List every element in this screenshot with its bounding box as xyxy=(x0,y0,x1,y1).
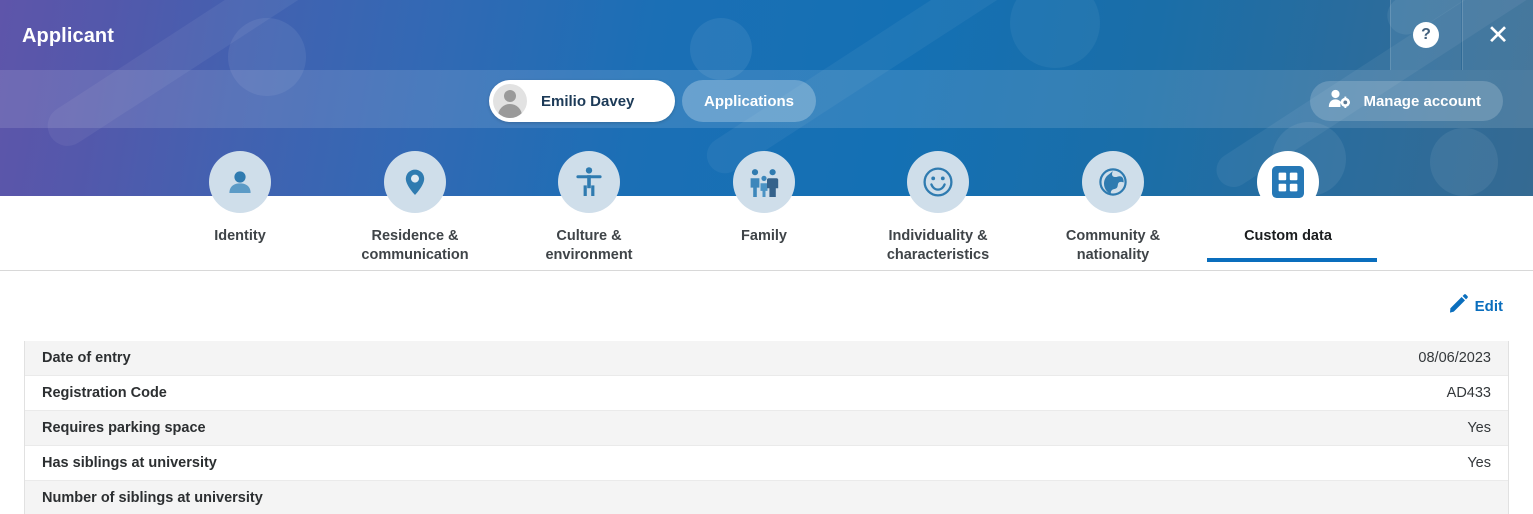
tab-label: Family xyxy=(741,228,787,244)
field-value: Yes xyxy=(1467,455,1491,471)
tab-label: Custom data xyxy=(1244,228,1332,244)
user-settings-icon xyxy=(1328,89,1352,113)
custom-data-table: Date of entry 08/06/2023 Registration Code… xyxy=(24,341,1509,514)
user-name: Emilio Davey xyxy=(541,92,635,110)
help-button[interactable]: ? xyxy=(1390,0,1461,70)
field-value: AD433 xyxy=(1446,385,1491,401)
page-title: Applicant xyxy=(22,25,115,47)
tab-identity[interactable]: Identity xyxy=(156,151,324,246)
tab-community-nationality[interactable]: Community & nationality xyxy=(1029,151,1197,265)
tab-label: Culture & environment xyxy=(545,228,633,263)
field-value: Yes xyxy=(1467,420,1491,436)
content-area: Edit Date of entry 08/06/2023 Registration… xyxy=(0,272,1533,514)
edit-button[interactable]: Edit xyxy=(1449,294,1503,318)
location-pin-icon xyxy=(384,151,446,213)
applications-label: Applications xyxy=(704,92,795,110)
table-row: Date of entry 08/06/2023 xyxy=(25,341,1508,376)
person-icon xyxy=(209,151,271,213)
help-circle-icon: ? xyxy=(1413,22,1439,48)
tab-label: Individuality & characteristics xyxy=(886,228,990,263)
field-label: Has siblings at university xyxy=(42,455,217,471)
tab-family[interactable]: Family xyxy=(680,151,848,246)
tab-underline xyxy=(1207,258,1377,262)
tab-label: Identity xyxy=(214,228,266,244)
applications-button[interactable]: Applications xyxy=(682,80,817,122)
field-label: Date of entry xyxy=(42,350,131,366)
close-icon: ✕ xyxy=(1486,19,1510,50)
accessibility-icon xyxy=(558,151,620,213)
user-pill[interactable]: Emilio Davey xyxy=(489,80,675,122)
tab-label: Residence & communication xyxy=(361,228,469,263)
edit-label: Edit xyxy=(1474,297,1503,315)
close-button[interactable]: ✕ xyxy=(1462,0,1533,70)
field-value: 08/06/2023 xyxy=(1418,350,1491,366)
tab-individuality-characteristics[interactable]: Individuality & characteristics xyxy=(854,151,1022,265)
avatar xyxy=(493,84,527,118)
table-row: Number of siblings at university xyxy=(25,481,1508,514)
table-row: Has siblings at university Yes xyxy=(25,446,1508,481)
nav-tabs: Identity Residence & communication Cultu… xyxy=(0,151,1533,272)
tab-residence-communication[interactable]: Residence & communication xyxy=(331,151,499,265)
table-row: Requires parking space Yes xyxy=(25,411,1508,446)
grid-squares-icon xyxy=(1257,151,1319,213)
tab-label: Community & nationality xyxy=(1065,228,1161,263)
manage-account-label: Manage account xyxy=(1363,92,1481,110)
tab-culture-environment[interactable]: Culture & environment xyxy=(505,151,673,265)
field-label: Requires parking space xyxy=(42,420,206,436)
manage-account-button[interactable]: Manage account xyxy=(1310,81,1503,121)
globe-icon xyxy=(1082,151,1144,213)
field-label: Registration Code xyxy=(42,385,167,401)
smiley-face-icon xyxy=(907,151,969,213)
pencil-edit-icon xyxy=(1449,294,1468,318)
tab-custom-data[interactable]: Custom data xyxy=(1204,151,1377,262)
table-row: Registration Code AD433 xyxy=(25,376,1508,411)
applicant-window: Applicant ? ✕ Emilio Davey Applications xyxy=(0,0,1533,514)
family-group-icon xyxy=(733,151,795,213)
field-label: Number of siblings at university xyxy=(42,490,263,506)
